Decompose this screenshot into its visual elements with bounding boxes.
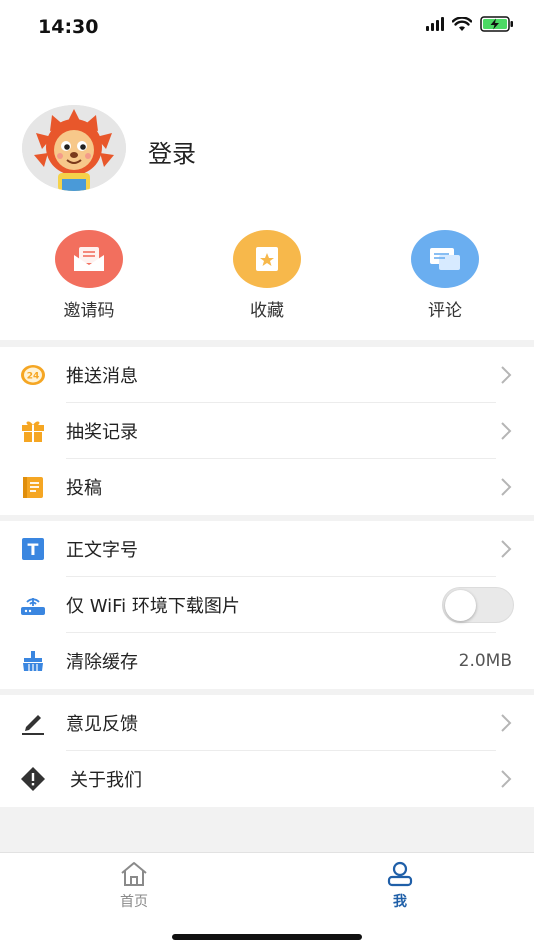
wifi-only-label: 仅 WiFi 环境下载图片 [66, 596, 240, 617]
favorites-button[interactable]: 收藏 [212, 230, 322, 321]
status-bar: 14:30 [0, 0, 534, 54]
home-icon [121, 862, 147, 886]
push-messages-label: 推送消息 [66, 366, 138, 387]
tab-me[interactable]: 我 [355, 861, 445, 911]
menu-item-clear-cache[interactable]: 清除缓存 2.0MB [0, 633, 534, 689]
battery-charging-icon [480, 16, 513, 32]
lion-mascot-avatar [22, 105, 126, 191]
text-size-icon: T [20, 537, 46, 561]
pencil-icon [20, 711, 46, 735]
menu-item-lottery-records[interactable]: 抽奖记录 [0, 403, 534, 459]
comments-button[interactable]: 评论 [390, 230, 500, 321]
chevron-right-icon [501, 478, 512, 496]
invite-code-button[interactable]: 邀请码 [34, 230, 144, 321]
svg-text:24: 24 [27, 372, 40, 382]
submit-article-label: 投稿 [66, 478, 102, 499]
comments-label: 评论 [428, 301, 462, 321]
profile-header: 登录 [0, 54, 534, 216]
menu-item-wifi-only-images: 仅 WiFi 环境下载图片 [0, 577, 534, 633]
tab-me-label: 我 [393, 894, 407, 910]
avatar[interactable] [22, 105, 126, 191]
user-icon [387, 861, 413, 887]
menu-group-2: T 正文字号 仅 WiFi 环境下载图片 清除缓存 2.0MB [0, 521, 534, 689]
invite-envelope-icon [55, 230, 123, 288]
signal-icon [426, 17, 444, 31]
font-size-label: 正文字号 [66, 540, 138, 561]
gift-icon [20, 419, 46, 443]
chevron-right-icon [501, 714, 512, 732]
tab-home[interactable]: 首页 [89, 861, 179, 911]
menu-item-push-messages[interactable]: 24 推送消息 [0, 347, 534, 403]
cache-size-value: 2.0MB [458, 651, 512, 671]
wifi-only-toggle[interactable] [442, 587, 514, 623]
status-time: 14:30 [38, 16, 99, 38]
comment-bubble-icon [411, 230, 479, 288]
invite-code-label: 邀请码 [63, 301, 115, 321]
push-24-icon: 24 [20, 363, 46, 387]
chevron-right-icon [501, 540, 512, 558]
menu-item-about-us[interactable]: 关于我们 [0, 751, 534, 807]
menu-group-1: 24 推送消息 抽奖记录 投稿 [0, 347, 534, 515]
tab-home-label: 首页 [120, 894, 148, 910]
wifi-icon [452, 16, 472, 31]
info-diamond-icon [20, 767, 46, 791]
favorite-star-icon [233, 230, 301, 288]
home-indicator [172, 934, 362, 940]
lottery-records-label: 抽奖记录 [66, 422, 138, 443]
login-button[interactable]: 登录 [148, 134, 196, 169]
favorites-label: 收藏 [250, 301, 284, 321]
chevron-right-icon [501, 770, 512, 788]
menu-group-3: 意见反馈 关于我们 [0, 695, 534, 807]
quick-actions: 邀请码 收藏 评论 [0, 216, 534, 340]
menu-item-font-size[interactable]: T 正文字号 [0, 521, 534, 577]
screen: 14:30 登录 邀请码 收藏 评论 24 推送消息 抽奖记录 投稿 T 正文字… [0, 0, 534, 950]
chevron-right-icon [501, 366, 512, 384]
about-us-label: 关于我们 [70, 770, 142, 791]
router-icon [20, 593, 46, 617]
notebook-icon [20, 475, 46, 499]
feedback-label: 意见反馈 [66, 714, 138, 735]
chevron-right-icon [501, 422, 512, 440]
status-icons [426, 16, 514, 32]
menu-item-feedback[interactable]: 意见反馈 [0, 695, 534, 751]
toggle-knob [445, 590, 476, 621]
menu-item-submit-article[interactable]: 投稿 [0, 459, 534, 515]
clear-cache-label: 清除缓存 [66, 652, 138, 673]
broom-icon [20, 649, 46, 673]
svg-text:T: T [28, 540, 39, 559]
